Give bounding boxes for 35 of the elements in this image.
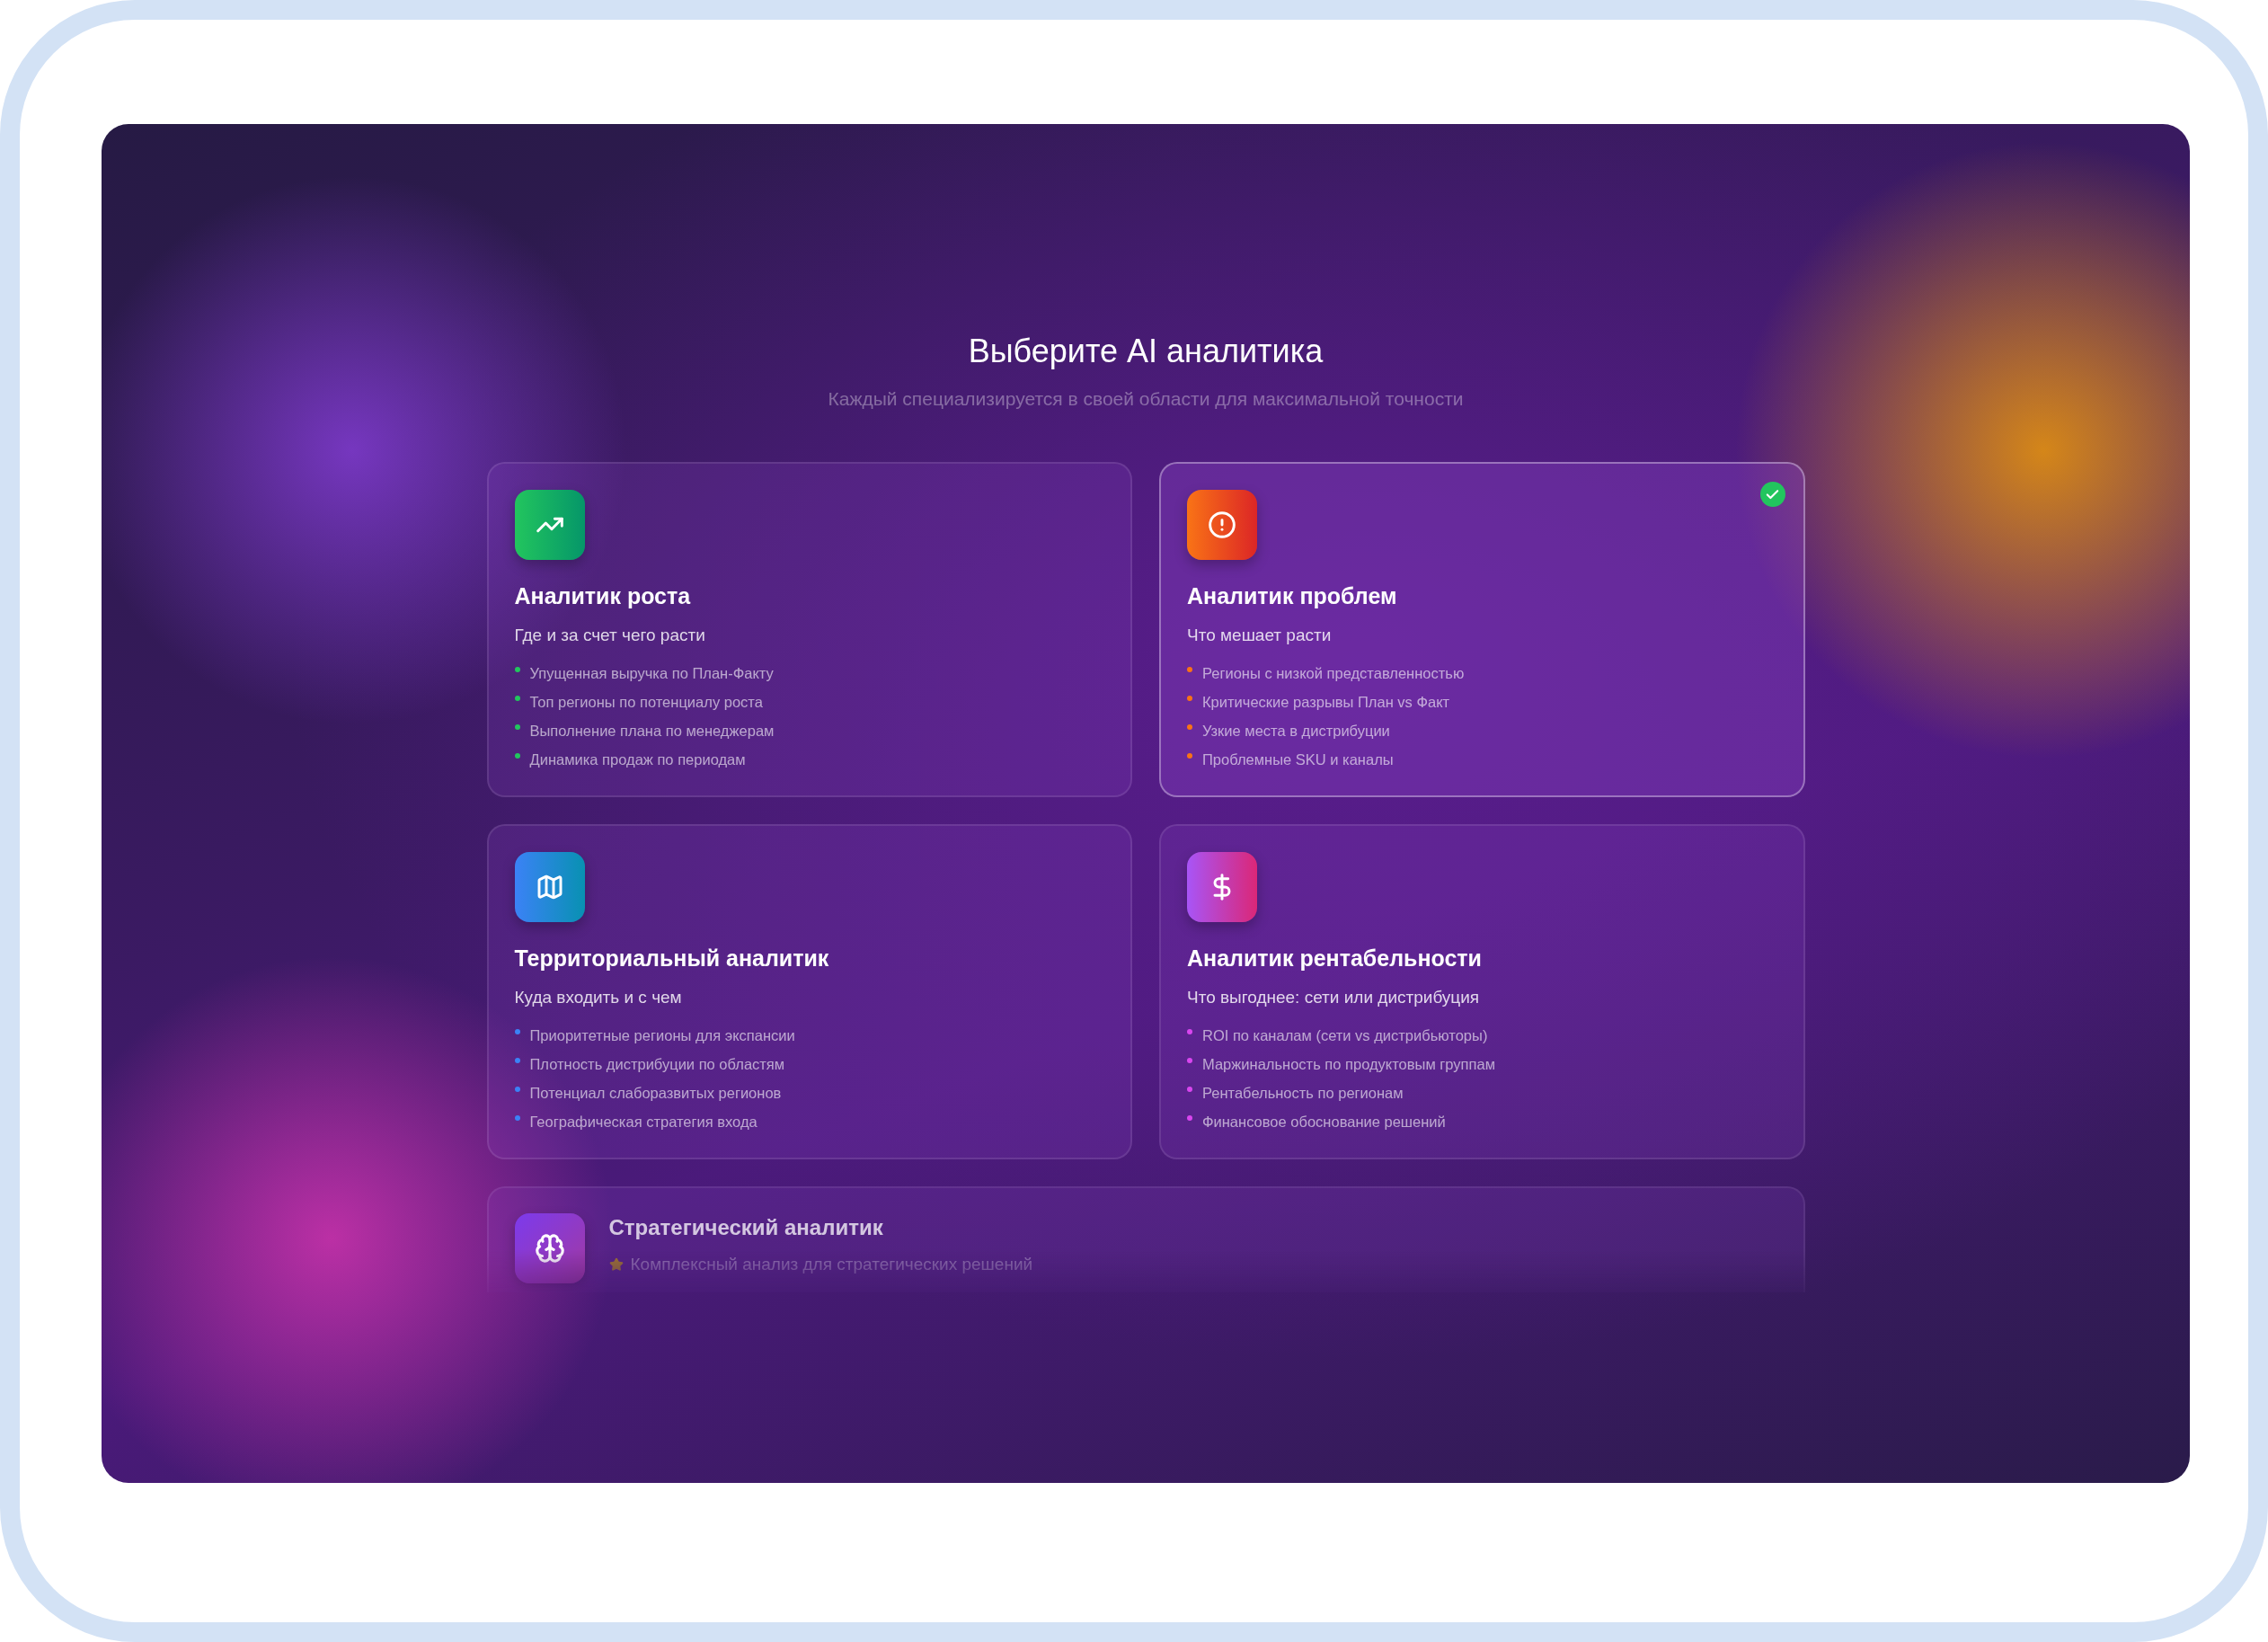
analyst-card[interactable]: Аналитик рентабельности Что выгоднее: сети или дистрибуция ROI по каналам (сети vs дистрибьюторы) Маржинальность по продуктовым группам Рентабельность по регионам Финансовое обоснование решений	[1159, 824, 1805, 1159]
analyst-title: Аналитик рентабельности	[1187, 945, 1483, 972]
feature-text: Динамика продаж по периодам	[529, 751, 746, 768]
feature-text: Рентабельность по регионам	[1202, 1085, 1404, 1102]
analyst-subtitle: Что мешает расти	[1187, 626, 1333, 645]
feature-text: Потенциал слаборазвитых регионов	[529, 1085, 782, 1102]
analyst-subtitle: Куда входить и с чем	[514, 988, 683, 1007]
feature-text: ROI по каналам (сети vs дистрибьюторы)	[1202, 1027, 1488, 1044]
analyst-subtitle: Что выгоднее: сети или дистрибуция	[1187, 988, 1481, 1007]
analyst-card[interactable]: Территориальный аналитик Куда входить и с чем Приоритетные регионы для экспансии Плотность дистрибуции по областям Потенциал слаборазвитых регионов Географическая стратегия входа	[486, 824, 1132, 1159]
analyst-card[interactable]: Аналитик роста Где и за счет чего расти Упущенная выручка по План-Факту Топ регионы по потенциалу роста Выполнение плана по менеджерам Динамика продаж по периодам	[486, 462, 1132, 797]
star-icon	[608, 1257, 624, 1272]
feature-text: Топ регионы по потенциалу роста	[529, 694, 763, 711]
feature-text: Критические разрывы План vs Факт	[1202, 694, 1450, 711]
feature-text: Приоритетные регионы для экспансии	[529, 1027, 795, 1044]
page-subtitle: Каждый специализируется в своей области для максимальной точности	[828, 388, 1464, 410]
analyst-title: Аналитик роста	[514, 583, 692, 609]
check-badge-icon	[1759, 482, 1785, 507]
feature-text: Проблемные SKU и каналы	[1202, 751, 1394, 768]
analyst-title: Стратегический аналитик	[608, 1215, 884, 1240]
analyst-card[interactable]: Аналитик проблем Что мешает расти Регионы с низкой представленностью Критические разрывы План vs Факт Узкие места в дистрибуции Проблемные SKU и каналы	[1159, 462, 1805, 797]
analyst-subtitle: Где и за счет чего расти	[514, 626, 706, 645]
feature-text: Маржинальность по продуктовым группам	[1202, 1056, 1495, 1073]
feature-text: Узкие места в дистрибуции	[1202, 723, 1390, 740]
page-title: Выберите AI аналитика	[968, 333, 1324, 370]
feature-text: Выполнение плана по менеджерам	[529, 723, 775, 740]
feature-text: Упущенная выручка по План-Факту	[529, 665, 774, 682]
analyst-title: Аналитик проблем	[1187, 583, 1398, 609]
feature-text: Географическая стратегия входа	[529, 1114, 757, 1131]
feature-text: Регионы с низкой представленностью	[1202, 665, 1465, 682]
alert-circle-icon	[1208, 510, 1236, 539]
feature-text: Финансовое обоснование решений	[1202, 1114, 1446, 1131]
analyst-title: Территориальный аналитик	[514, 945, 830, 972]
brain-icon	[534, 1233, 565, 1264]
feature-text: Плотность дистрибуции по областям	[529, 1056, 785, 1073]
